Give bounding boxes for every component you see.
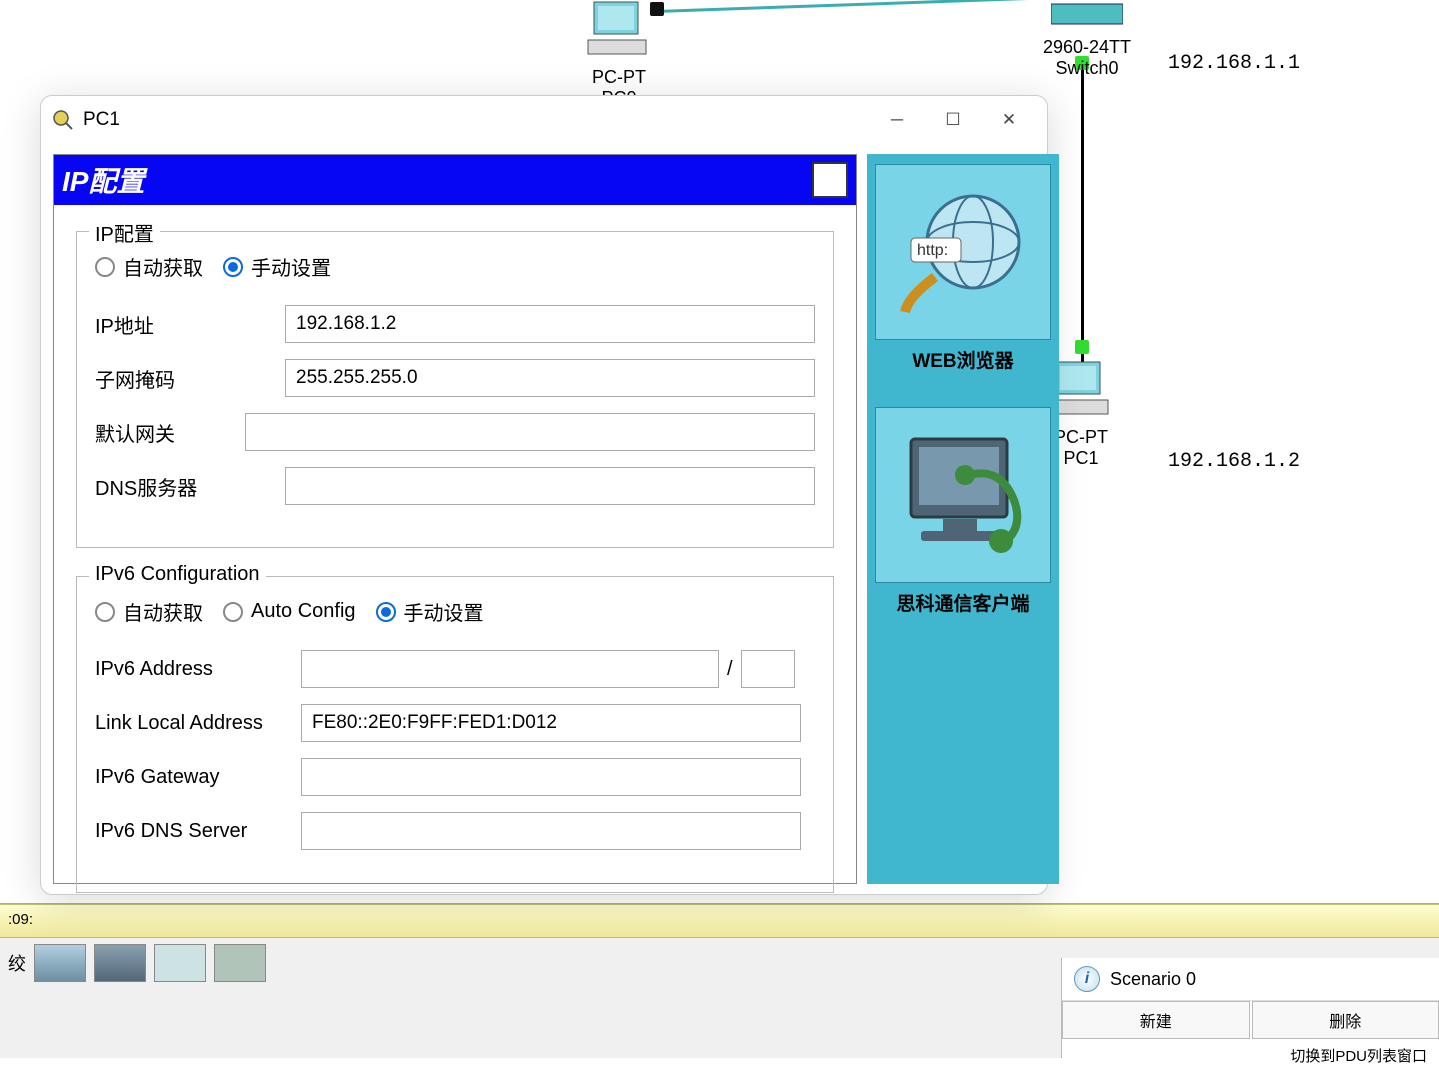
device-type-router[interactable] (34, 944, 86, 982)
device-type-misc[interactable] (214, 944, 266, 982)
ipv6-autoconfig-radio[interactable]: Auto Config (223, 600, 356, 623)
ipv4-dhcp-radio[interactable]: 自动获取 (95, 252, 203, 281)
communicator-icon (893, 425, 1033, 565)
device-pc0[interactable]: PC-PTPC0 (586, 0, 652, 109)
pdu-toggle[interactable]: 切换到PDU列表窗口 (1062, 1039, 1439, 1072)
link-local-input[interactable] (301, 704, 801, 742)
radio-label: Auto Config (251, 600, 356, 623)
device-label: 2960-24TTSwitch0 (1043, 37, 1131, 79)
window-titlebar[interactable]: PC1 ─ ☐ ✕ (41, 96, 1047, 144)
ipv4-legend: IP配置 (89, 218, 160, 247)
radio-label: 手动设置 (251, 252, 331, 281)
ip-config-panel: IP配置 X IP配置 自动获取 手动设置 (53, 154, 857, 884)
device-type-cloud[interactable] (154, 944, 206, 982)
ipv6-address-label: IPv6 Address (95, 658, 301, 681)
radio-label: 手动设置 (404, 597, 484, 626)
maximize-button[interactable]: ☐ (925, 98, 981, 142)
new-scenario-button[interactable]: 新建 (1062, 1001, 1250, 1039)
web-browser-app[interactable]: http: (875, 164, 1051, 340)
ipv6-address-input[interactable] (301, 650, 719, 688)
ip-address-input[interactable] (285, 305, 815, 343)
ip-annotation: 192.168.1.2 (1168, 450, 1300, 473)
pc-icon (586, 0, 652, 58)
radio-label: 自动获取 (123, 252, 203, 281)
ipv6-prefix-input[interactable] (741, 650, 795, 688)
switch-icon (1051, 0, 1123, 28)
pc-config-window: PC1 ─ ☐ ✕ IP配置 X IP配置 自动获取 (40, 95, 1048, 895)
dns-server-input[interactable] (285, 467, 815, 505)
browser-icon: http: (893, 182, 1033, 322)
slash-separator: / (727, 658, 733, 681)
device-switch[interactable]: 2960-24TTSwitch0 (1043, 0, 1131, 79)
window-title: PC1 (83, 109, 869, 131)
ipv6-gateway-label: IPv6 Gateway (95, 766, 301, 789)
close-button[interactable]: ✕ (981, 98, 1037, 142)
ipv4-static-radio[interactable]: 手动设置 (223, 252, 331, 281)
magnifier-icon (51, 108, 75, 132)
browser-app-label: WEB浏览器 (912, 346, 1013, 373)
panel-title: IP配置 (62, 160, 144, 200)
gateway-input[interactable] (245, 413, 815, 451)
ipv6-dns-label: IPv6 DNS Server (95, 820, 301, 843)
ipv6-dns-input[interactable] (301, 812, 801, 850)
cisco-communicator-app[interactable] (875, 407, 1051, 583)
subnet-mask-input[interactable] (285, 359, 815, 397)
minimize-button[interactable]: ─ (869, 98, 925, 142)
link-local-label: Link Local Address (95, 712, 301, 735)
panel-close-button[interactable]: X (812, 162, 848, 198)
info-icon[interactable]: i (1074, 966, 1100, 992)
port-indicator-green (1075, 340, 1089, 354)
ipv4-fieldset: IP配置 自动获取 手动设置 IP地址 (76, 231, 834, 548)
link-line-vertical (1081, 56, 1084, 371)
ip-address-label: IP地址 (95, 310, 285, 339)
port-indicator (650, 2, 664, 16)
link-line (656, 0, 1056, 13)
ipv6-gateway-input[interactable] (301, 758, 801, 796)
subnet-label: 子网掩码 (95, 364, 285, 393)
scenario-panel: i Scenario 0 新建 删除 切换到PDU列表窗口 (1061, 958, 1439, 1058)
ipv6-static-radio[interactable]: 手动设置 (376, 597, 484, 626)
time-text: :09: (8, 911, 33, 928)
device-type-switch[interactable] (94, 944, 146, 982)
ipv6-legend: IPv6 Configuration (89, 563, 266, 586)
dns-label: DNS服务器 (95, 472, 285, 501)
cisco-app-label: 思科通信客户端 (896, 589, 1029, 616)
palette-label: 绞 (8, 950, 26, 976)
ipv6-fieldset: IPv6 Configuration 自动获取 Auto Config 手 (76, 576, 834, 893)
radio-label: 自动获取 (123, 597, 203, 626)
ipv6-dhcp-radio[interactable]: 自动获取 (95, 597, 203, 626)
ip-annotation: 192.168.1.1 (1168, 52, 1300, 75)
delete-scenario-button[interactable]: 删除 (1252, 1001, 1439, 1039)
svg-text:http:: http: (917, 242, 948, 259)
scenario-name: Scenario 0 (1110, 969, 1196, 990)
desktop-apps-column: http: WEB浏览器 思科通信客户端 (867, 154, 1059, 884)
